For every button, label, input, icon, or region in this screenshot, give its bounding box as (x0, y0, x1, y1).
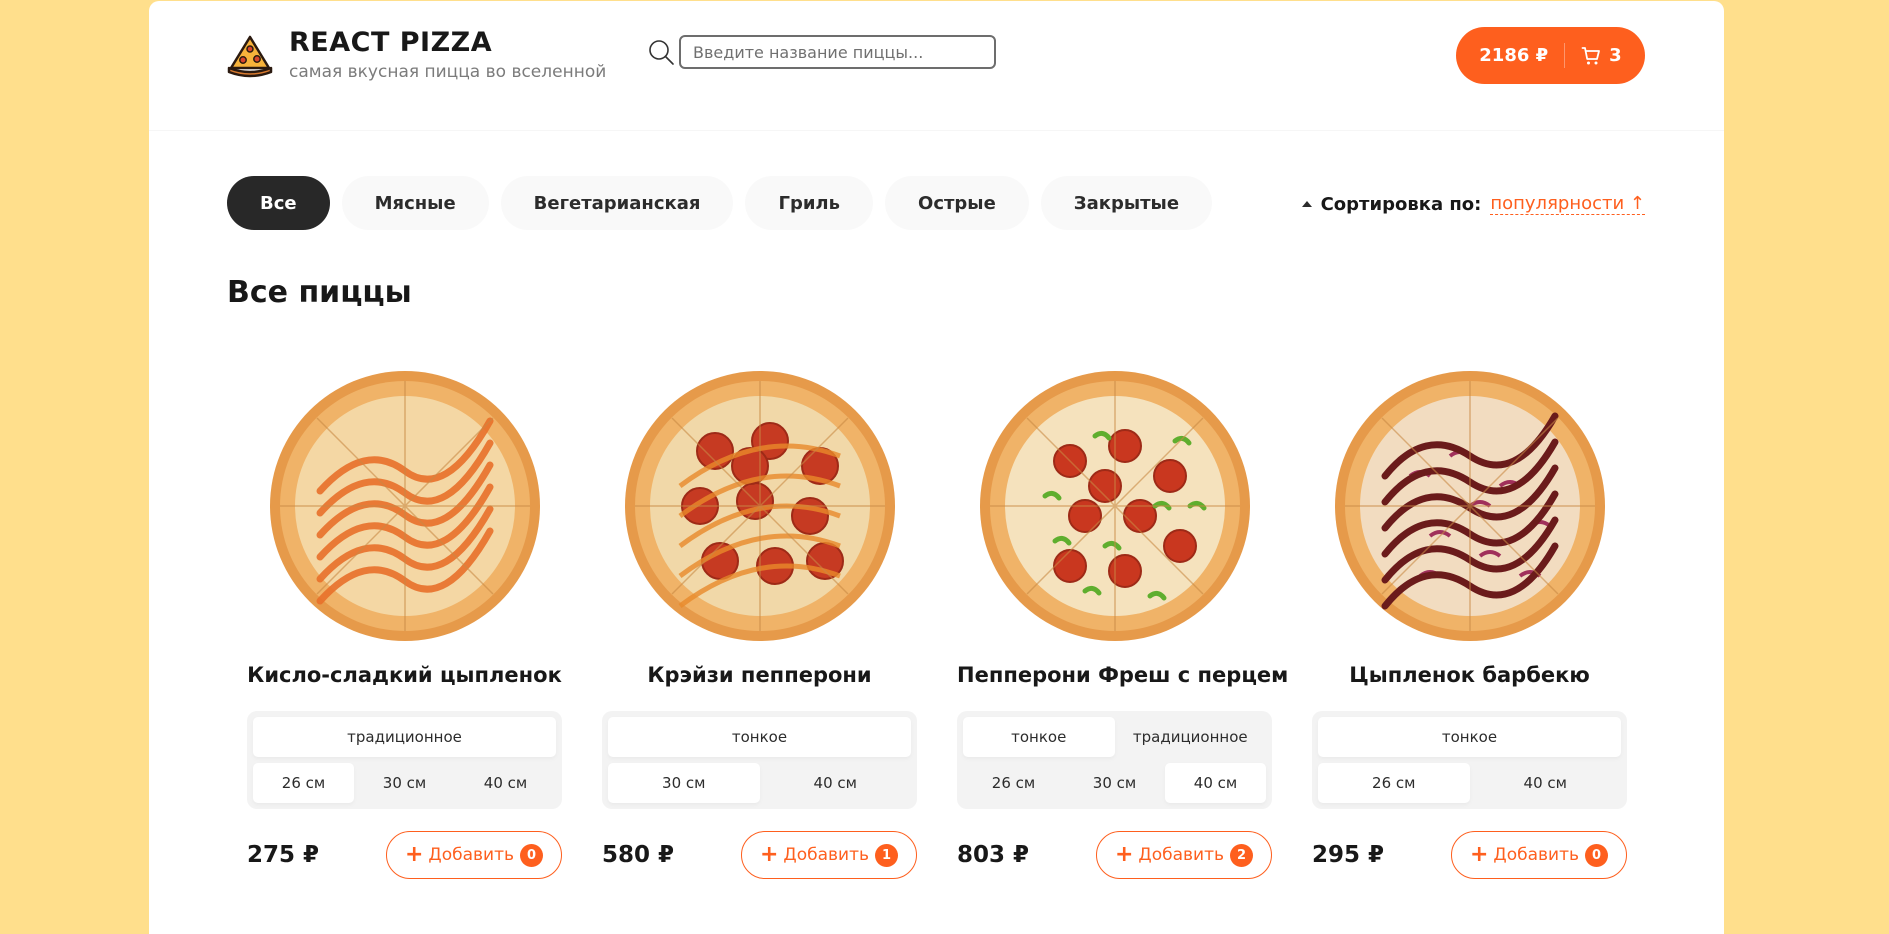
search-input[interactable] (679, 35, 996, 69)
dough-type-option[interactable]: тонкое (963, 717, 1115, 757)
category-all[interactable]: Все (227, 176, 330, 230)
add-count-badge: 1 (875, 843, 898, 867)
pizza-card: Кисло-сладкий цыпленок традиционное 26 см 3… (247, 366, 562, 879)
add-button-label: Добавить (428, 845, 514, 865)
cart-sum: 2186 ₽ (1479, 45, 1549, 66)
cart-icon (1581, 46, 1601, 64)
add-button[interactable]: + Добавить 1 (741, 831, 917, 879)
pizza-card-bottom: 803 ₽ + Добавить 2 (957, 831, 1272, 879)
add-count-badge: 2 (1230, 843, 1253, 867)
add-count-badge: 0 (1585, 843, 1608, 867)
page-wrapper: REACT PIZZA самая вкусная пицца во вселе… (149, 1, 1724, 934)
cart-count: 3 (1609, 45, 1622, 66)
size-option[interactable]: 26 см (253, 763, 354, 803)
size-option[interactable]: 40 см (1470, 763, 1622, 803)
dough-type-option[interactable]: традиционное (1115, 717, 1267, 757)
sort-label: Сортировка по: (1320, 193, 1482, 215)
pizza-selector: тонкое 26 см 40 см (1312, 711, 1627, 809)
dough-type-option[interactable]: тонкое (1318, 717, 1621, 757)
add-button-label: Добавить (783, 845, 869, 865)
pizza-selector: тонкое традиционное 26 см 30 см 40 см (957, 711, 1272, 809)
sort-value[interactable]: популярности ↑ (1490, 193, 1645, 215)
logo-title: REACT PIZZA (289, 27, 493, 58)
dough-type-row: традиционное (253, 717, 556, 757)
pizza-card-bottom: 275 ₽ + Добавить 0 (247, 831, 562, 879)
logo[interactable]: REACT PIZZA самая вкусная пицца во вселе… (227, 27, 606, 82)
pizza-price: 580 ₽ (602, 842, 675, 868)
category-grill[interactable]: Гриль (745, 176, 874, 230)
size-option[interactable]: 40 см (760, 763, 912, 803)
plus-icon: + (759, 842, 779, 867)
size-row: 30 см 40 см (608, 763, 911, 803)
pizza-logo-icon (227, 35, 273, 78)
pizza-selector: тонкое 30 см 40 см (602, 711, 917, 809)
size-option[interactable]: 30 см (608, 763, 760, 803)
add-button-label: Добавить (1138, 845, 1224, 865)
category-meat[interactable]: Мясные (341, 176, 489, 230)
size-row: 26 см 30 см 40 см (963, 763, 1266, 803)
content-title: Все пиццы (227, 275, 412, 310)
category-spicy[interactable]: Острые (885, 176, 1029, 230)
dough-type-row: тонкое (1318, 717, 1621, 757)
sort: Сортировка по: популярности ↑ (1301, 193, 1645, 215)
search (647, 35, 996, 69)
pizza-image[interactable] (1330, 366, 1610, 646)
category-closed[interactable]: Закрытые (1040, 176, 1213, 230)
header: REACT PIZZA самая вкусная пицца во вселе… (149, 1, 1724, 131)
add-count-badge: 0 (520, 843, 543, 867)
search-icon (649, 40, 674, 65)
dough-type-row: тонкое (608, 717, 911, 757)
plus-icon: + (1114, 842, 1134, 867)
pizza-card-bottom: 295 ₽ + Добавить 0 (1312, 831, 1627, 879)
add-button[interactable]: + Добавить 2 (1096, 831, 1272, 879)
pizza-title: Пепперони Фреш с перцем (957, 663, 1289, 687)
dough-type-option[interactable]: традиционное (253, 717, 556, 757)
pizza-card-bottom: 580 ₽ + Добавить 1 (602, 831, 917, 879)
categories: Все Мясные Вегетарианская Гриль Острые З… (227, 176, 1224, 230)
pizza-selector: традиционное 26 см 30 см 40 см (247, 711, 562, 809)
size-option[interactable]: 26 см (1318, 763, 1470, 803)
dough-type-row: тонкое традиционное (963, 717, 1266, 757)
pizza-title: Цыпленок барбекю (1349, 663, 1590, 687)
sort-arrow-icon[interactable] (1301, 201, 1312, 207)
logo-subtitle: самая вкусная пицца во вселенной (289, 62, 607, 82)
plus-icon: + (1469, 842, 1489, 867)
pizza-card: Цыпленок барбекю тонкое 26 см 40 см 295 ₽ + До… (1312, 366, 1627, 879)
add-button[interactable]: + Добавить 0 (1451, 831, 1627, 879)
add-button[interactable]: + Добавить 0 (386, 831, 562, 879)
pizza-image[interactable] (975, 366, 1255, 646)
size-option[interactable]: 26 см (963, 763, 1064, 803)
pizza-title: Крэйзи пепперони (647, 663, 872, 687)
pizza-price: 275 ₽ (247, 842, 320, 868)
category-vegetarian[interactable]: Вегетарианская (500, 176, 734, 230)
size-option[interactable]: 40 см (1165, 763, 1266, 803)
pizza-image[interactable] (620, 366, 900, 646)
size-option[interactable]: 40 см (455, 763, 556, 803)
size-option[interactable]: 30 см (354, 763, 455, 803)
pizza-price: 295 ₽ (1312, 842, 1385, 868)
pizza-card: Пепперони Фреш с перцем тонкое традиционно… (957, 366, 1289, 879)
plus-icon: + (404, 842, 424, 867)
size-option[interactable]: 30 см (1064, 763, 1165, 803)
size-row: 26 см 40 см (1318, 763, 1621, 803)
size-row: 26 см 30 см 40 см (253, 763, 556, 803)
pizza-card: Крэйзи пепперони тонкое 30 см 40 см 580 ₽ + До… (602, 366, 917, 879)
pizza-image[interactable] (265, 366, 545, 646)
cart-button[interactable]: 2186 ₽ 3 (1456, 27, 1645, 84)
pizza-title: Кисло-сладкий цыпленок (247, 663, 562, 687)
pizza-price: 803 ₽ (957, 842, 1030, 868)
dough-type-option[interactable]: тонкое (608, 717, 911, 757)
add-button-label: Добавить (1493, 845, 1579, 865)
